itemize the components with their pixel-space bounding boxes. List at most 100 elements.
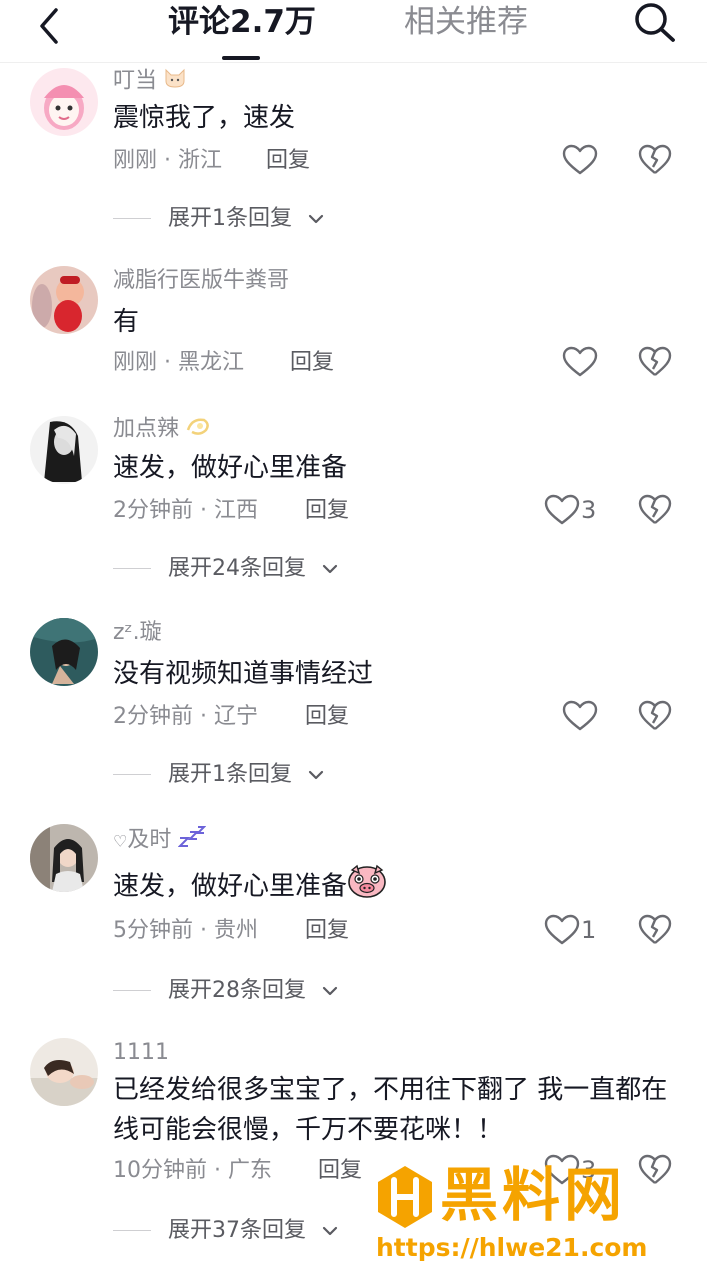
reply-button[interactable]: 回复: [305, 918, 349, 944]
broken-heart-icon: [638, 700, 672, 730]
broken-heart-icon: [638, 494, 672, 524]
dizzy-emoji: [186, 416, 210, 443]
dislike-button[interactable]: [638, 914, 672, 946]
comment-time: 5分钟前: [113, 918, 193, 943]
reply-button[interactable]: 回复: [305, 704, 349, 730]
heart-outline-icon: [562, 346, 598, 377]
avatar[interactable]: [30, 266, 98, 334]
username[interactable]: zᶻ.璇: [113, 620, 162, 646]
search-button[interactable]: [631, 0, 677, 46]
comment-text: 速发，做好心里准备: [113, 864, 673, 910]
expand-replies-button[interactable]: 展开37条回复: [113, 1216, 353, 1246]
watermark-brand: 黑料网: [440, 1161, 627, 1229]
comment-time: 10分钟前: [113, 1158, 207, 1183]
comment-text: 有: [113, 307, 140, 337]
like-button[interactable]: [544, 494, 580, 526]
comment-region: 黑龙江: [178, 350, 245, 375]
comment-region: 辽宁: [214, 704, 259, 729]
reply-button[interactable]: 回复: [318, 1158, 362, 1184]
comment-meta: 2分钟前 · 江西: [113, 498, 259, 523]
like-button[interactable]: [544, 914, 580, 946]
comment-meta: 刚刚 · 黑龙江: [113, 350, 245, 375]
avatar[interactable]: [30, 1038, 98, 1106]
expand-replies-button[interactable]: 展开24条回复: [113, 554, 353, 584]
comment-text: 震惊我了，速发: [113, 103, 296, 133]
like-button[interactable]: [562, 700, 598, 732]
reply-button[interactable]: 回复: [290, 350, 334, 376]
divider: [113, 568, 151, 569]
cat-face-emoji: [164, 68, 186, 95]
username[interactable]: 叮当: [113, 68, 186, 95]
comment-region: 广东: [228, 1158, 273, 1183]
expand-replies-button[interactable]: 展开1条回复: [113, 760, 343, 790]
heart-prefix: ♡: [113, 831, 128, 851]
comment-text: 没有视频知道事情经过: [113, 659, 374, 689]
dislike-button[interactable]: [638, 700, 672, 732]
comment-time: 刚刚: [113, 148, 158, 173]
expand-replies-label: 展开37条回复: [168, 1218, 306, 1243]
comment-meta: 5分钟前 · 贵州: [113, 918, 259, 943]
broken-heart-icon: [638, 144, 672, 174]
heart-outline-icon: [562, 700, 598, 731]
username[interactable]: 减脂行医版牛粪哥: [113, 268, 289, 294]
like-count: 3: [581, 496, 597, 524]
tab-related[interactable]: 相关推荐: [404, 4, 528, 40]
broken-heart-icon: [638, 346, 672, 376]
username[interactable]: 加点辣: [113, 416, 210, 443]
chevron-down-icon: [322, 986, 338, 996]
expand-replies-label: 展开1条回复: [168, 762, 292, 787]
reply-button[interactable]: 回复: [305, 498, 349, 524]
heart-outline-icon: [544, 914, 580, 945]
expand-replies-button[interactable]: 展开28条回复: [113, 976, 353, 1006]
comment-meta: 2分钟前 · 辽宁: [113, 704, 259, 729]
comment-region: 浙江: [178, 148, 223, 173]
dislike-button[interactable]: [638, 346, 672, 378]
watermark-logo-icon: [378, 1166, 432, 1228]
username[interactable]: 1111: [113, 1040, 169, 1066]
comment-meta: 刚刚 · 浙江: [113, 148, 223, 173]
broken-heart-icon: [638, 914, 672, 944]
divider: [113, 990, 151, 991]
pig-face-emoji: [347, 864, 387, 910]
chevron-down-icon: [308, 770, 324, 780]
reply-button[interactable]: 回复: [266, 148, 310, 174]
comment-text: 速发，做好心里准备: [113, 453, 348, 483]
divider: [113, 218, 151, 219]
chevron-left-icon: [40, 8, 58, 44]
avatar[interactable]: [30, 416, 98, 484]
username[interactable]: ♡及时: [113, 826, 207, 855]
comment-item: zᶻ.璇 没有视频知道事情经过 2分钟前 · 辽宁 回复 展开1条回复: [0, 618, 707, 808]
chevron-down-icon: [322, 564, 338, 574]
expand-replies-label: 展开24条回复: [168, 556, 306, 581]
comment-time: 刚刚: [113, 350, 158, 375]
heart-outline-icon: [562, 144, 598, 175]
dislike-button[interactable]: [638, 494, 672, 526]
comment-item: 叮当 震惊我了，速发 刚刚 · 浙江 回复 展开1条回复: [0, 64, 707, 254]
avatar[interactable]: [30, 618, 98, 686]
avatar[interactable]: [30, 68, 98, 136]
comment-text: 已经发给很多宝宝了，不用往下翻了 我一直都在线可能会很慢，千万不要花咪！！: [113, 1075, 668, 1145]
tab-comments[interactable]: 评论2.7万: [168, 4, 316, 40]
top-bar: 评论2.7万 相关推荐: [0, 0, 707, 63]
comment-region: 江西: [214, 498, 259, 523]
expand-replies-label: 展开1条回复: [168, 206, 292, 231]
chevron-down-icon: [308, 214, 324, 224]
comment-meta: 10分钟前 · 广东: [113, 1158, 273, 1183]
comment-region: 贵州: [214, 918, 259, 943]
watermark-url: https://hlwe21.com: [376, 1233, 648, 1262]
expand-replies-button[interactable]: 展开1条回复: [113, 204, 343, 234]
like-button[interactable]: [562, 346, 598, 378]
dislike-button[interactable]: [638, 144, 672, 176]
avatar[interactable]: [30, 824, 98, 892]
search-icon: [635, 3, 675, 42]
back-button[interactable]: [28, 4, 72, 48]
divider: [113, 1230, 151, 1231]
active-tab-indicator: [222, 56, 260, 60]
like-count: 1: [581, 916, 597, 944]
divider: [113, 774, 151, 775]
comment-item: 加点辣 速发，做好心里准备 2分钟前 · 江西 回复 3 展开24条回复: [0, 414, 707, 604]
like-button[interactable]: [562, 144, 598, 176]
comment-time: 2分钟前: [113, 704, 193, 729]
comment-time: 2分钟前: [113, 498, 193, 523]
zzz-emoji: [177, 826, 207, 855]
